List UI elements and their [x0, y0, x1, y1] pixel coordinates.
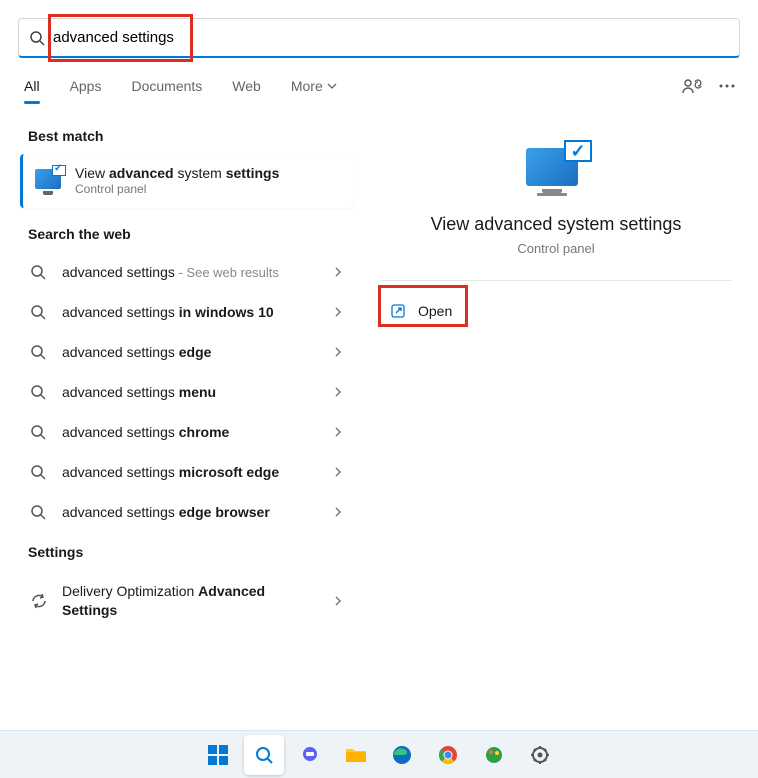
search-icon — [30, 464, 46, 480]
web-result-item[interactable]: advanced settings - See web results — [20, 252, 354, 292]
windows-logo-icon — [208, 745, 228, 765]
section-search-web: Search the web — [28, 226, 346, 242]
taskbar-edge[interactable] — [382, 735, 422, 775]
web-result-item[interactable]: advanced settings microsoft edge — [20, 452, 354, 492]
chevron-right-icon — [332, 386, 344, 398]
open-label: Open — [418, 303, 452, 319]
web-result-item[interactable]: advanced settings chrome — [20, 412, 354, 452]
web-result-item[interactable]: advanced settings edge browser — [20, 492, 354, 532]
best-match-title: View advanced system settings — [75, 164, 279, 182]
search-icon — [30, 504, 46, 520]
chevron-right-icon — [332, 346, 344, 358]
edge-icon — [392, 745, 412, 765]
search-bar[interactable] — [18, 18, 740, 58]
best-match-subtitle: Control panel — [75, 182, 279, 198]
chevron-right-icon — [332, 306, 344, 318]
palette-icon — [484, 745, 504, 765]
chevron-right-icon — [332, 506, 344, 518]
open-external-icon — [390, 303, 406, 319]
web-result-label: advanced settings menu — [62, 384, 332, 400]
search-icon — [30, 304, 46, 320]
section-best-match: Best match — [28, 128, 346, 144]
web-result-label: advanced settings in windows 10 — [62, 304, 332, 320]
web-result-label: advanced settings chrome — [62, 424, 332, 440]
section-settings: Settings — [28, 544, 346, 560]
taskbar-search-button[interactable] — [244, 735, 284, 775]
web-result-label: advanced settings - See web results — [62, 264, 332, 280]
filter-tabs: All Apps Documents Web More — [22, 72, 339, 100]
web-result-item[interactable]: advanced settings menu — [20, 372, 354, 412]
more-options-icon[interactable] — [718, 77, 736, 95]
chevron-right-icon — [332, 426, 344, 438]
settings-result-item[interactable]: Delivery Optimization Advanced Settings — [20, 570, 354, 632]
chevron-right-icon — [332, 466, 344, 478]
chevron-right-icon — [332, 266, 344, 278]
sync-icon — [30, 592, 48, 610]
chevron-right-icon — [332, 595, 344, 607]
search-icon — [30, 344, 46, 360]
web-result-label: advanced settings edge — [62, 344, 332, 360]
chat-icon — [300, 745, 320, 765]
search-icon — [30, 264, 46, 280]
search-icon — [29, 30, 45, 46]
taskbar-app-paint[interactable] — [474, 735, 514, 775]
search-input[interactable] — [45, 29, 729, 46]
start-button[interactable] — [198, 735, 238, 775]
gear-icon — [530, 745, 550, 765]
system-settings-icon — [35, 167, 63, 195]
tab-apps[interactable]: Apps — [68, 72, 104, 100]
detail-title: View advanced system settings — [380, 214, 732, 235]
folder-icon — [345, 746, 367, 764]
open-action[interactable]: Open — [380, 291, 732, 331]
web-result-item[interactable]: advanced settings edge — [20, 332, 354, 372]
taskbar-explorer[interactable] — [336, 735, 376, 775]
tab-more[interactable]: More — [289, 72, 339, 100]
detail-system-settings-icon — [526, 142, 586, 198]
tab-web[interactable]: Web — [230, 72, 263, 100]
divider — [380, 280, 732, 281]
settings-result-label: Delivery Optimization Advanced Settings — [62, 582, 332, 620]
web-result-item[interactable]: advanced settings in windows 10 — [20, 292, 354, 332]
chevron-down-icon — [327, 81, 337, 91]
best-match-result[interactable]: View advanced system settings Control pa… — [20, 154, 354, 208]
taskbar-chrome[interactable] — [428, 735, 468, 775]
tab-all[interactable]: All — [22, 72, 42, 100]
account-sync-icon[interactable] — [682, 76, 702, 96]
detail-subtitle: Control panel — [380, 241, 732, 256]
tab-documents[interactable]: Documents — [129, 72, 204, 100]
web-result-label: advanced settings microsoft edge — [62, 464, 332, 480]
search-icon — [254, 745, 274, 765]
web-result-label: advanced settings edge browser — [62, 504, 332, 520]
chrome-icon — [438, 745, 458, 765]
taskbar-chat[interactable] — [290, 735, 330, 775]
taskbar-settings[interactable] — [520, 735, 560, 775]
search-icon — [30, 384, 46, 400]
taskbar — [0, 730, 758, 778]
search-icon — [30, 424, 46, 440]
